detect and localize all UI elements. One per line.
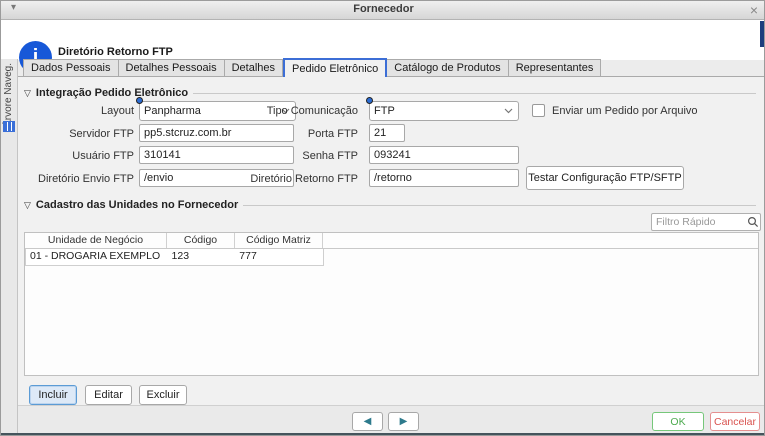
layout-select-value: Panpharma — [144, 105, 201, 117]
incluir-button[interactable]: Incluir — [29, 385, 77, 405]
cell-codigo-matriz: 777 — [235, 249, 323, 265]
ok-button[interactable]: OK — [652, 412, 704, 431]
section-unidades-header: ▽ Cadastro das Unidades no Fornecedor — [24, 199, 756, 211]
tab-dados-pessoais[interactable]: Dados Pessoais — [23, 59, 119, 77]
column-header-codigo-matriz[interactable]: Código Matriz — [235, 233, 323, 248]
testar-configuracao-button[interactable]: Testar Configuração FTP/SFTP — [526, 166, 684, 190]
section-integracao-title: Integração Pedido Eletrônico — [36, 87, 188, 99]
usuario-ftp-label: Usuário FTP — [31, 150, 134, 162]
field-marker-icon — [136, 97, 143, 104]
senha-ftp-input[interactable] — [369, 146, 519, 164]
collapse-triangle-icon[interactable]: ▽ — [24, 88, 31, 99]
tab-detalhes[interactable]: Detalhes — [225, 59, 283, 77]
collapse-triangle-icon[interactable]: ▽ — [24, 200, 31, 211]
servidor-ftp-input[interactable] — [139, 124, 294, 142]
search-icon — [747, 216, 759, 228]
table-row[interactable]: 01 - DROGARIA EXEMPLO 123 777 — [25, 249, 324, 266]
diretorio-retorno-ftp-label: Diretório Retorno FTP — [231, 173, 358, 185]
chevron-down-icon — [504, 108, 513, 114]
tab-detalhes-pessoais[interactable]: Detalhes Pessoais — [119, 59, 225, 77]
sidebar-tab-arvore-naveg[interactable]: Árvore Naveg. — [3, 63, 14, 127]
title-bar: ▾ Fornecedor × — [1, 1, 765, 20]
scrollbar-thumb[interactable] — [760, 21, 765, 47]
window-title: Fornecedor — [1, 3, 765, 15]
tab-catalogo-de-produtos[interactable]: Catálogo de Produtos — [387, 59, 508, 77]
section-unidades-title: Cadastro das Unidades no Fornecedor — [36, 199, 238, 211]
enviar-pedido-checkbox-label: Enviar um Pedido por Arquivo — [552, 105, 698, 117]
diretorio-retorno-ftp-input[interactable] — [369, 169, 519, 187]
arrow-right-icon: ▶ — [400, 416, 408, 427]
enviar-pedido-checkbox[interactable] — [532, 104, 545, 117]
excluir-button[interactable]: Excluir — [139, 385, 187, 405]
cancelar-button[interactable]: Cancelar — [710, 412, 760, 431]
sidebar: Árvore Naveg. — [1, 59, 18, 433]
table-header-row: Unidade de Negócio Código Código Matriz — [25, 233, 758, 249]
column-header-unidade[interactable]: Unidade de Negócio — [25, 233, 167, 248]
servidor-ftp-label: Servidor FTP — [31, 128, 134, 140]
header-title: Diretório Retorno FTP — [58, 46, 173, 58]
tab-pedido-eletronico[interactable]: Pedido Eletrônico — [283, 58, 387, 77]
tipo-comunicacao-select[interactable]: FTP — [369, 101, 519, 121]
layout-label: Layout — [31, 105, 134, 117]
diretorio-envio-ftp-label: Diretório Envio FTP — [21, 173, 134, 185]
arrow-left-icon: ◀ — [364, 416, 372, 427]
tab-representantes[interactable]: Representantes — [509, 59, 602, 77]
section-integracao-header: ▽ Integração Pedido Eletrônico — [24, 87, 756, 99]
prev-record-button[interactable]: ◀ — [352, 412, 383, 431]
next-record-button[interactable]: ▶ — [388, 412, 419, 431]
porta-ftp-label: Porta FTP — [281, 128, 358, 140]
cell-codigo: 123 — [168, 249, 236, 265]
tipo-comunicacao-label: Tipo Comunicação — [251, 105, 358, 117]
porta-ftp-input[interactable] — [369, 124, 405, 142]
editar-button[interactable]: Editar — [85, 385, 132, 405]
tree-nav-icon[interactable] — [3, 121, 15, 132]
cell-unidade: 01 - DROGARIA EXEMPLO — [26, 249, 168, 265]
section-divider — [193, 93, 756, 94]
unidades-table: Unidade de Negócio Código Código Matriz … — [24, 232, 759, 376]
header-band: i Diretório Retorno FTP Diretório do arq… — [1, 20, 765, 60]
tab-bar: Dados Pessoais Detalhes Pessoais Detalhe… — [23, 59, 601, 77]
filtro-rapido-input[interactable] — [651, 213, 761, 231]
fornecedor-window: ▾ Fornecedor × i Diretório Retorno FTP D… — [0, 0, 765, 436]
close-icon[interactable]: × — [750, 1, 758, 19]
field-marker-icon — [366, 97, 373, 104]
usuario-ftp-input[interactable] — [139, 146, 294, 164]
senha-ftp-label: Senha FTP — [281, 150, 358, 162]
tipo-comunicacao-select-value: FTP — [374, 105, 395, 117]
section-divider — [243, 205, 756, 206]
column-header-codigo[interactable]: Código — [167, 233, 235, 248]
